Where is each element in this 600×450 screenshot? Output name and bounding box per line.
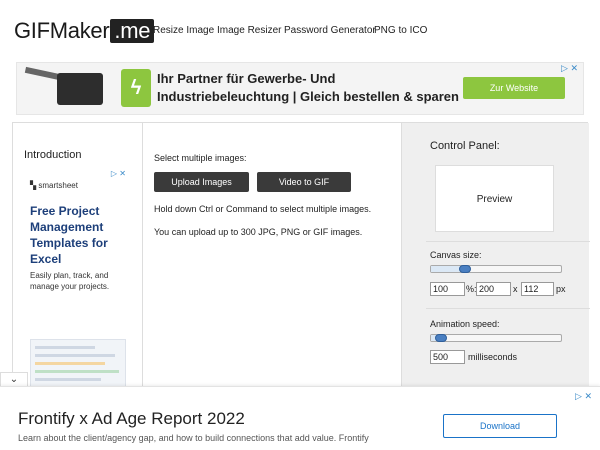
thumb-row	[35, 378, 101, 381]
slider-handle[interactable]	[459, 265, 471, 273]
side-ad[interactable]: ▷ ✕ ▚ smartsheet Free Project Management…	[30, 169, 126, 391]
slider-handle[interactable]	[435, 334, 447, 342]
nav-link-password-generator[interactable]: Password Generator	[284, 25, 376, 36]
bottom-ad-banner[interactable]: ▷ ✕ Frontify x Ad Age Report 2022 Learn …	[0, 386, 600, 450]
bottom-ad-download-button[interactable]: Download	[443, 414, 557, 438]
spreadsheet-thumbnail	[30, 339, 126, 389]
collapse-ad-chevron-icon[interactable]: ⌄	[0, 372, 28, 386]
thumb-row	[35, 362, 105, 365]
upload-column: Select multiple images: Upload Images Vi…	[143, 123, 401, 393]
video-to-gif-button[interactable]: Video to GIF	[257, 172, 351, 192]
nav-link-resize-image[interactable]: Resize Image	[153, 25, 214, 36]
main-panel: Introduction ▷ ✕ ▚ smartsheet Free Proje…	[12, 122, 590, 393]
canvas-size-label: Canvas size:	[430, 250, 482, 260]
introduction-heading: Introduction	[24, 149, 82, 161]
lamp-image	[57, 73, 103, 105]
preview-button[interactable]: Preview	[435, 165, 554, 232]
logo-text: GIFMaker	[14, 18, 110, 43]
top-ad-banner[interactable]: ϟ Ihr Partner für Gewerbe- Und Industrie…	[16, 62, 584, 115]
milliseconds-unit: milliseconds	[468, 352, 518, 362]
site-logo[interactable]: GIFMaker .me	[14, 18, 155, 44]
bottom-ad-subtitle: Learn about the client/agency gap, and h…	[18, 433, 369, 443]
thumb-row	[35, 370, 119, 373]
side-ad-subtitle: Easily plan, track, and manage your proj…	[30, 271, 110, 291]
animation-speed-input[interactable]	[430, 350, 465, 364]
canvas-percent-input[interactable]	[430, 282, 465, 296]
ad-close-icon[interactable]: ▷ ✕	[561, 63, 578, 74]
animation-speed-slider[interactable]	[430, 334, 562, 342]
ad-close-icon[interactable]: ▷ ✕	[575, 391, 592, 402]
control-panel-title: Control Panel:	[430, 140, 500, 152]
lightning-icon: ϟ	[121, 69, 151, 107]
nav-link-png-to-ico[interactable]: PNG to ICO	[374, 25, 427, 36]
divider	[426, 241, 590, 242]
px-unit: px	[556, 284, 566, 294]
percent-sign: %:	[466, 284, 477, 294]
canvas-width-input[interactable]	[476, 282, 511, 296]
nav-link-image-resizer[interactable]: Image Resizer	[217, 25, 281, 36]
canvas-size-slider[interactable]	[430, 265, 562, 273]
thumb-row	[35, 354, 115, 357]
ad-brand: smartsheet	[38, 181, 78, 190]
canvas-height-input[interactable]	[521, 282, 554, 296]
upload-limit-hint: You can upload up to 300 JPG, PNG or GIF…	[154, 227, 363, 237]
select-images-label: Select multiple images:	[154, 153, 247, 163]
divider	[426, 308, 590, 309]
thumb-row	[35, 346, 95, 349]
control-panel: Control Panel: Preview Canvas size: %: x…	[401, 123, 590, 393]
upload-images-button[interactable]: Upload Images	[154, 172, 249, 192]
smartsheet-logo: ▚ smartsheet	[30, 181, 78, 190]
animation-speed-label: Animation speed:	[430, 319, 500, 329]
ad-close-icon[interactable]: ▷ ✕	[111, 169, 126, 178]
logo-suffix: .me	[110, 19, 155, 43]
bottom-ad-title[interactable]: Frontify x Ad Age Report 2022	[18, 409, 245, 429]
times-sign: x	[513, 284, 518, 294]
top-ad-headline[interactable]: Ihr Partner für Gewerbe- Und Industriebe…	[157, 70, 467, 106]
multi-select-hint: Hold down Ctrl or Command to select mult…	[154, 204, 372, 214]
left-column: Introduction ▷ ✕ ▚ smartsheet Free Proje…	[13, 123, 143, 393]
top-ad-cta-button[interactable]: Zur Website	[463, 77, 565, 99]
side-ad-title: Free Project Management Templates for Ex…	[30, 204, 108, 266]
